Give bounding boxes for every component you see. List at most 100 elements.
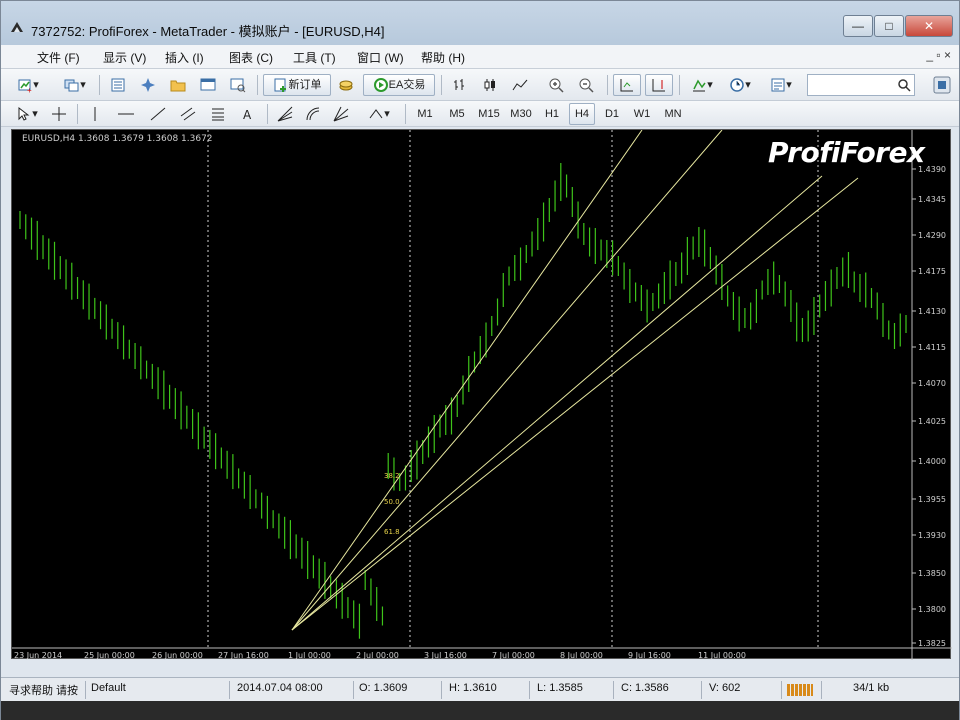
timeframe-mn[interactable]: MN — [659, 103, 687, 125]
window-title: 7372752: ProfiForex - MetaTrader - 模拟账户 … — [31, 24, 385, 39]
chart-shift-icon — [652, 79, 665, 92]
maximize-button[interactable]: □ — [874, 15, 904, 37]
chart-canvas[interactable]: 38.250.061.8 1.43901.43451.42901.41751.4… — [12, 130, 952, 660]
navigator-button[interactable] — [135, 74, 161, 96]
menu-view[interactable]: 显示 (V) — [103, 49, 146, 66]
status-traffic: 34/1 kb — [853, 682, 890, 694]
standard-toolbar: + ▾ ▾ 新订单 EA交易 ▾ ▾ ▾ — [1, 69, 959, 101]
community-icon[interactable] — [931, 74, 953, 96]
toolbar-separator — [607, 75, 608, 95]
indicators-button[interactable]: ▾ — [685, 74, 719, 96]
zoom-in-button[interactable] — [543, 74, 569, 96]
price-label: 1.4025 — [918, 417, 946, 426]
periods-button[interactable]: ▾ — [723, 74, 757, 96]
text-tool-button[interactable]: A — [235, 103, 261, 125]
status-separator — [529, 681, 530, 699]
price-label: 1.3955 — [918, 495, 946, 504]
new-order-label: 新订单 — [288, 79, 322, 91]
horizontal-line-icon — [118, 113, 134, 115]
vertical-grid — [207, 130, 819, 648]
price-label: 1.3825 — [918, 639, 946, 648]
chart-shift-button[interactable] — [645, 74, 673, 96]
search-icon[interactable] — [897, 78, 911, 92]
bar-chart-button[interactable] — [447, 74, 473, 96]
arrows-button[interactable]: ▾ — [359, 103, 399, 125]
timeframe-h4[interactable]: H4 — [569, 103, 595, 125]
fibo-arcs-button[interactable] — [301, 103, 325, 125]
fibonacci-retracement-button[interactable] — [205, 103, 231, 125]
timeframe-m30[interactable]: M30 — [507, 103, 535, 125]
zoom-out-button[interactable] — [573, 74, 599, 96]
toolbar-separator — [267, 104, 268, 124]
menu-help[interactable]: 帮助 (H) — [421, 49, 465, 66]
strategy-tester-button[interactable] — [225, 74, 251, 96]
price-bars — [19, 163, 907, 639]
timeframe-d1[interactable]: D1 — [599, 103, 625, 125]
auto-scroll-button[interactable] — [613, 74, 641, 96]
timeframe-m5[interactable]: M5 — [443, 103, 471, 125]
metatrader-window: 7372752: ProfiForex - MetaTrader - 模拟账户 … — [0, 0, 960, 720]
minimize-button[interactable]: — — [843, 15, 873, 37]
timeframe-m15[interactable]: M15 — [475, 103, 503, 125]
price-label: 1.3850 — [918, 569, 946, 578]
price-label: 1.4070 — [918, 379, 946, 388]
price-label: 1.3800 — [918, 605, 946, 614]
market-watch-icon — [111, 78, 125, 92]
horizontal-line-button[interactable] — [111, 103, 141, 125]
price-chart[interactable]: 38.2 50.0 61.8 1.4390 1.4345 1.4290 1.4175 1.4… — [11, 129, 952, 660]
status-separator — [85, 681, 86, 699]
time-label: 8 Jul 00:00 — [560, 651, 603, 660]
fibonacci-fan[interactable]: 38.2 50.0 61.8 — [291, 130, 859, 631]
templates-button[interactable]: ▾ — [763, 74, 799, 96]
magnifier-chart-icon — [230, 78, 246, 93]
price-label: 1.3930 — [918, 531, 946, 540]
data-window-button[interactable] — [165, 74, 191, 96]
fan-level-label: 61.8 — [384, 528, 400, 536]
candlestick-icon — [484, 79, 495, 92]
template-icon — [771, 78, 785, 92]
history-button[interactable] — [335, 74, 357, 96]
fan-line — [291, 130, 723, 631]
status-help-text: 寻求帮助 请按 — [9, 685, 79, 697]
arrows-icon — [369, 109, 383, 119]
status-volume: V: 602 — [709, 682, 741, 694]
gann-fan-button[interactable] — [329, 103, 353, 125]
menu-charts[interactable]: 图表 (C) — [229, 49, 273, 66]
terminal-button[interactable] — [195, 74, 221, 96]
trendline-button[interactable] — [145, 103, 171, 125]
profiles-button[interactable]: ▾ — [57, 74, 93, 96]
menu-window[interactable]: 窗口 (W) — [357, 49, 404, 66]
status-close: C: 1.3586 — [621, 682, 669, 694]
toolbar-separator — [405, 104, 406, 124]
time-label: 9 Jul 16:00 — [628, 651, 671, 660]
status-separator — [821, 681, 822, 699]
new-chart-button[interactable]: + ▾ — [13, 74, 43, 96]
ea-trading-icon — [373, 78, 388, 93]
crosshair-button[interactable] — [47, 103, 71, 125]
candlestick-button[interactable] — [477, 74, 503, 96]
close-button[interactable]: ✕ — [905, 15, 953, 37]
vertical-line-button[interactable] — [83, 103, 107, 125]
fibonacci-icon — [212, 108, 224, 121]
equidistant-channel-button[interactable] — [175, 103, 201, 125]
market-watch-button[interactable] — [105, 74, 131, 96]
status-separator — [441, 681, 442, 699]
timeframe-m1[interactable]: M1 — [411, 103, 439, 125]
price-axis: 1.43901.43451.42901.41751.41301.41151.40… — [912, 165, 946, 648]
status-high: H: 1.3610 — [449, 682, 497, 694]
status-separator — [781, 681, 782, 699]
timeframe-w1[interactable]: W1 — [629, 103, 655, 125]
ea-trading-button[interactable]: EA交易 — [363, 74, 435, 96]
cursor-tool-button[interactable]: ▾ — [13, 103, 41, 125]
line-chart-button[interactable] — [507, 74, 533, 96]
time-label: 23 Jun 2014 — [14, 651, 62, 660]
status-separator — [353, 681, 354, 699]
timeframe-h1[interactable]: H1 — [539, 103, 565, 125]
menu-insert[interactable]: 插入 (I) — [165, 49, 204, 66]
fibo-fan-button[interactable] — [273, 103, 297, 125]
menu-tools[interactable]: 工具 (T) — [293, 49, 336, 66]
menu-file[interactable]: 文件 (F) — [37, 49, 80, 66]
time-label: 2 Jul 00:00 — [356, 651, 399, 660]
new-order-button[interactable]: 新订单 — [263, 74, 331, 96]
child-window-controls[interactable]: _ ▫ × — [926, 48, 951, 62]
